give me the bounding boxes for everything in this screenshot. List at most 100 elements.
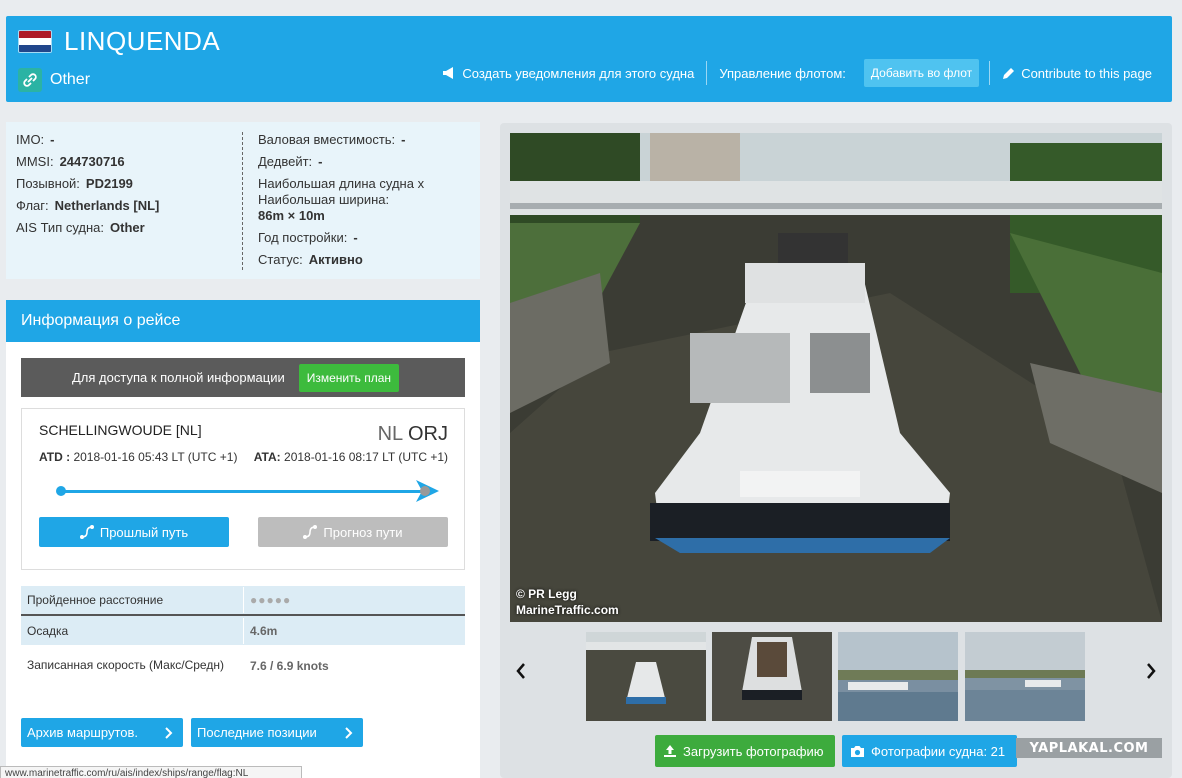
speed-row: Записанная скорость (Макс/Средн) 7.6 / 6… (21, 646, 465, 686)
gt-value: - (401, 132, 406, 147)
atd: ATD : 2018-01-16 05:43 LT (UTC +1) (39, 450, 237, 464)
draught-value: 4.6m (243, 617, 283, 644)
photo-thumbnail[interactable] (586, 632, 706, 721)
size-row: Наибольшая длина судна x Наибольшая шири… (258, 176, 448, 224)
fleet-label: Управление флотом: (719, 65, 846, 81)
latest-positions-label: Последние позиции (197, 725, 317, 740)
imo-value: - (50, 132, 55, 147)
callsign-row: Позывной: PD2199 (16, 176, 159, 192)
route-archive-label: Архив маршрутов. (27, 725, 139, 740)
mmsi-key: MMSI: (16, 154, 54, 169)
divider (706, 61, 708, 85)
progress-track (60, 490, 430, 493)
browser-status-url: www.marinetraffic.com/ru/ais/index/ships… (0, 766, 302, 778)
size-key: Наибольшая длина судна x Наибольшая шири… (258, 176, 425, 207)
divider (242, 132, 243, 270)
distance-key: Пройденное расстояние (27, 593, 164, 607)
carousel-prev-icon[interactable] (516, 663, 526, 684)
credit-author: © PR Legg (516, 587, 577, 601)
speed-value: 7.6 / 6.9 knots (243, 652, 335, 679)
ship-type: Other (50, 71, 91, 88)
flag-value: Netherlands [NL] (54, 198, 160, 213)
access-text: Для доступа к полной информации (72, 370, 285, 385)
netherlands-flag-icon (18, 30, 52, 53)
speed-key: Записанная скорость (Макс/Средн) (27, 658, 224, 672)
pencil-icon (1003, 67, 1015, 79)
route-archive-button[interactable]: Архив маршрутов. (21, 718, 183, 747)
ship-name: LINQUENDA (64, 26, 221, 56)
route-icon (303, 525, 318, 539)
gt-key: Валовая вместимость: (258, 132, 396, 147)
change-plan-button[interactable]: Изменить план (298, 363, 399, 392)
notify-link[interactable]: Создать уведомления для этого судна (434, 66, 702, 81)
atd-value: 2018-01-16 05:43 LT (UTC +1) (73, 450, 238, 464)
deadweight-row: Дедвейт: - (258, 154, 448, 170)
voyage-panel: Информация о рейсе Для доступа к полной … (6, 300, 480, 778)
link-icon (18, 68, 42, 92)
vessel-photos-button[interactable]: Фотографии судна: 21 (842, 735, 1017, 767)
credit-site: MarineTraffic.com (516, 603, 619, 617)
draught-row: Осадка 4.6m (21, 616, 465, 646)
flag-key: Флаг: (16, 198, 49, 213)
route-card: SCHELLINGWOUDE [NL] NL ORJ ATD : 2018-01… (21, 408, 465, 570)
voyage-title: Информация о рейсе (6, 300, 480, 342)
atd-label: ATD : (39, 450, 71, 464)
carousel-next-icon[interactable] (1146, 663, 1156, 684)
departure-port: SCHELLINGWOUDE [NL] (39, 422, 202, 438)
year-key: Год постройки: (258, 230, 348, 245)
gross-tonnage-row: Валовая вместимость: - (258, 132, 448, 148)
add-to-fleet-button[interactable]: Добавить во флот (863, 59, 980, 87)
dwt-key: Дедвейт: (258, 154, 313, 169)
forecast-label: Прогноз пути (323, 524, 403, 540)
notify-label: Создать уведомления для этого судна (462, 65, 695, 81)
port-country-code: NL (377, 423, 403, 445)
upload-icon (664, 745, 676, 757)
distance-value: ●●●●● (243, 587, 297, 613)
flag-row: Флаг: Netherlands [NL] (16, 198, 159, 214)
callsign-key: Позывной: (16, 176, 80, 191)
origin-dot (56, 486, 66, 496)
callsign-value: PD2199 (85, 176, 133, 191)
upload-photo-button[interactable]: Загрузить фотографию (655, 735, 835, 767)
megaphone-icon (443, 67, 454, 79)
ata-label: ATA: (253, 450, 281, 464)
dwt-value: - (318, 154, 323, 169)
port-locode: ORJ (408, 423, 448, 445)
divider (989, 61, 991, 85)
photo-thumbnail[interactable] (838, 632, 958, 721)
photo-panel: © PR Legg MarineTraffic.com Загрузить фо… (500, 123, 1172, 778)
upload-photo-label: Загрузить фотографию (683, 743, 824, 759)
ata: ATA: 2018-01-16 08:17 LT (UTC +1) (254, 450, 448, 464)
watermark: YAPLAKAL.COM (1016, 738, 1162, 758)
photo-credit: © PR Legg MarineTraffic.com (516, 586, 619, 618)
status-row: Статус: Активно (258, 252, 448, 268)
past-track-label: Прошлый путь (99, 524, 189, 540)
latest-positions-button[interactable]: Последние позиции (191, 718, 363, 747)
vessel-header: LINQUENDA Other Создать уведомления для … (6, 16, 1172, 102)
ais-type-key: AIS Тип судна: (16, 220, 105, 235)
draught-key: Осадка (27, 623, 69, 638)
vessel-photos-label: Фотографии судна: 21 (871, 743, 1006, 759)
main-vessel-photo[interactable]: © PR Legg MarineTraffic.com (510, 133, 1162, 622)
imo-row: IMO: - (16, 132, 159, 148)
imo-key: IMO: (16, 132, 45, 147)
past-track-button[interactable]: Прошлый путь (39, 517, 229, 547)
distance-row: Пройденное расстояние ●●●●● (21, 586, 465, 616)
route-icon (79, 525, 94, 539)
contribute-label: Contribute to this page (1021, 65, 1152, 81)
ata-value: 2018-01-16 08:17 LT (UTC +1) (284, 450, 448, 464)
mmsi-value: 244730716 (59, 154, 125, 169)
year-value: - (353, 230, 358, 245)
ais-type-row: AIS Тип судна: Other (16, 220, 159, 236)
photo-thumbnail[interactable] (965, 632, 1085, 721)
destination-arrow-icon (416, 480, 439, 502)
status-value: Активно (308, 252, 363, 267)
photo-thumbnail[interactable] (712, 632, 832, 721)
size-value: 86m × 10m (258, 208, 325, 223)
contribute-link[interactable]: Contribute to this page (994, 66, 1160, 81)
vessel-particulars: IMO: - MMSI: 244730716 Позывной: PD2199 Фла… (6, 122, 480, 279)
access-banner: Для доступа к полной информации Изменить… (21, 358, 465, 397)
mmsi-row: MMSI: 244730716 (16, 154, 159, 170)
route-forecast-button[interactable]: Прогноз пути (258, 517, 448, 547)
status-key: Статус: (258, 252, 303, 267)
